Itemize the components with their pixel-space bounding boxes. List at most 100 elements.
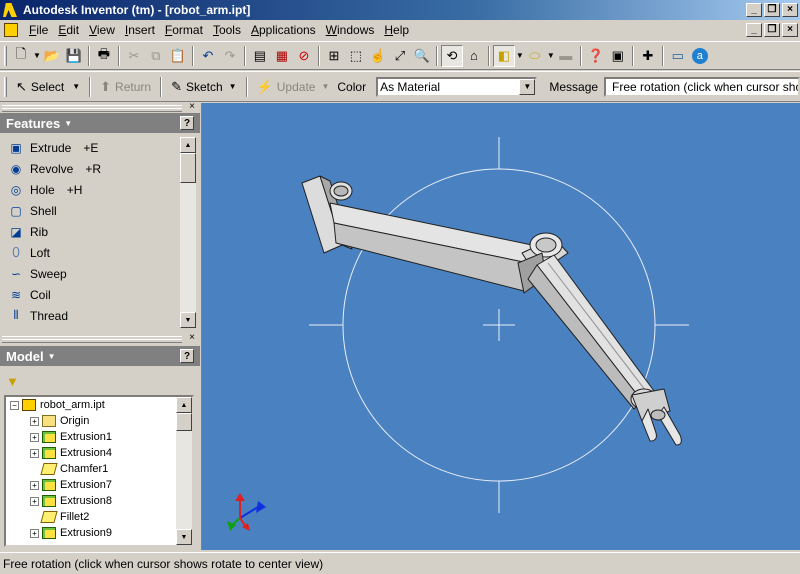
help-icon[interactable]: ? (180, 116, 194, 130)
new-dropdown-icon[interactable]: ▼ (33, 51, 41, 60)
tree-node[interactable]: + Origin (6, 413, 192, 429)
scroll-up-icon[interactable]: ▲ (180, 137, 196, 153)
toolbar-grip[interactable] (4, 45, 7, 66)
open-icon[interactable]: 📂 (41, 45, 63, 67)
scroll-down-icon[interactable]: ▼ (176, 529, 192, 545)
select-button[interactable]: ↖ Select ▼ (10, 76, 86, 98)
scroll-down-icon[interactable]: ▼ (180, 312, 196, 328)
scroll-up-icon[interactable]: ▲ (176, 397, 192, 413)
tree-node[interactable]: + Extrusion8 (6, 493, 192, 509)
tree-node[interactable]: + Extrusion4 (6, 445, 192, 461)
undo-icon[interactable]: ↶ (197, 45, 219, 67)
close-button[interactable]: × (782, 3, 798, 17)
menu-insert[interactable]: Insert (120, 23, 160, 37)
expander-icon[interactable]: − (10, 400, 19, 410)
sketch-dropdown-icon[interactable]: ▼ (229, 82, 237, 91)
expander-icon[interactable]: + (30, 480, 39, 490)
menu-applications[interactable]: Applications (246, 23, 321, 37)
feature-hole[interactable]: ◎ Hole +H (0, 179, 196, 200)
restore-button[interactable]: ❐ (764, 3, 780, 17)
feature-rib[interactable]: ◪ Rib (0, 221, 196, 242)
close-icon[interactable]: × (189, 332, 195, 343)
web-icon[interactable]: ▭ (667, 45, 689, 67)
cut-icon[interactable]: ✂ (123, 45, 145, 67)
sketch-button[interactable]: ✎ Sketch ▼ (165, 76, 243, 98)
rotate-gizmo[interactable] (309, 137, 689, 513)
command-bar-grip[interactable] (4, 76, 7, 97)
document-icon[interactable] (4, 23, 18, 37)
graphics-viewport[interactable] (201, 103, 800, 550)
help-icon[interactable]: ? (180, 349, 194, 363)
paste-icon[interactable]: 📋 (167, 45, 189, 67)
expander-icon[interactable]: + (30, 448, 39, 458)
scroll-thumb[interactable] (180, 153, 196, 183)
return-button[interactable]: ⬆ Return (94, 76, 157, 98)
feature-extrude[interactable]: ▣ Extrude +E (0, 137, 196, 158)
expander-icon[interactable]: + (30, 496, 39, 506)
color-select[interactable]: As Material ▼ (376, 76, 538, 97)
model-panel-header[interactable]: Model ▼ ? (0, 346, 200, 366)
print-icon[interactable]: 🖶 (93, 45, 115, 67)
doc-restore-button[interactable]: ❐ (764, 23, 780, 37)
filter-icon[interactable]: ▼ (6, 374, 19, 389)
zoom-icon[interactable]: 🔍 (411, 45, 433, 67)
new-icon[interactable]: 🗋 (10, 45, 32, 67)
tree-node[interactable]: − robot_arm.ipt (6, 397, 192, 413)
robot-arm-part[interactable] (301, 175, 682, 446)
whats-this-icon[interactable]: ❓ (585, 45, 607, 67)
shadow-icon[interactable]: ⬭ (524, 45, 546, 67)
tree-node[interactable]: Chamfer1 (6, 461, 192, 477)
display-mode-icon[interactable]: ◧ (492, 44, 515, 67)
select-dropdown-icon[interactable]: ▼ (72, 82, 80, 91)
tree-node[interactable]: Fillet2 (6, 509, 192, 525)
save-icon[interactable]: 💾 (63, 45, 85, 67)
feature-revolve[interactable]: ◉ Revolve +R (0, 158, 196, 179)
pan-icon[interactable]: ☝ (367, 45, 389, 67)
menu-view[interactable]: View (84, 23, 120, 37)
zoom-window-icon[interactable]: ⬚ (345, 45, 367, 67)
features-panel-grip[interactable]: × (0, 101, 200, 113)
feature-shell[interactable]: ▢ Shell (0, 200, 196, 221)
zoom-selected-icon[interactable]: ⤢ (389, 45, 411, 67)
features-scrollbar[interactable]: ▲ ▼ (180, 137, 196, 328)
menu-format[interactable]: Format (160, 23, 208, 37)
menu-tools[interactable]: Tools (208, 23, 246, 37)
tree-node[interactable]: + Extrusion7 (6, 477, 192, 493)
menu-file[interactable]: File (24, 23, 53, 37)
camera-icon[interactable]: ▬ (555, 45, 577, 67)
tree-node[interactable]: + Extrusion1 (6, 429, 192, 445)
model-panel-grip[interactable]: × (0, 332, 200, 344)
shadow-dropdown-icon[interactable]: ▼ (547, 51, 555, 60)
sketch-doc-icon[interactable]: ▤ (249, 45, 271, 67)
display-dropdown-icon[interactable]: ▼ (516, 51, 524, 60)
menu-help[interactable]: Help (379, 23, 414, 37)
expander-icon[interactable]: + (30, 416, 39, 426)
scroll-thumb[interactable] (176, 413, 192, 431)
menu-windows[interactable]: Windows (321, 23, 380, 37)
redo-icon[interactable]: ↷ (219, 45, 241, 67)
rotate-icon[interactable]: ⟲ (440, 44, 463, 67)
chevron-down-icon[interactable]: ▼ (519, 78, 536, 95)
feature-loft[interactable]: ⬯ Loft (0, 242, 196, 263)
zoom-all-icon[interactable]: ⊞ (323, 45, 345, 67)
autodesk-online-icon[interactable]: a (691, 47, 708, 64)
parameters-icon[interactable]: ▦ (271, 45, 293, 67)
doc-minimize-button[interactable]: _ (746, 23, 762, 37)
feature-sweep[interactable]: ∽ Sweep (0, 263, 196, 284)
expander-icon[interactable]: + (30, 432, 39, 442)
feature-coil[interactable]: ≋ Coil (0, 284, 196, 305)
copy-icon[interactable]: ⧉ (145, 45, 167, 67)
expander-icon[interactable]: + (30, 528, 39, 538)
add-icon[interactable]: ✚ (637, 45, 659, 67)
look-at-icon[interactable]: ⌂ (463, 45, 485, 67)
update-dropdown-icon[interactable]: ▼ (321, 82, 329, 91)
notes-icon[interactable]: ▣ (607, 45, 629, 67)
model-scrollbar[interactable]: ▲ ▼ (176, 397, 192, 545)
update-button[interactable]: ⚡ Update ▼ (251, 76, 336, 98)
minimize-button[interactable]: _ (746, 3, 762, 17)
feature-thread[interactable]: ⫴ Thread (0, 305, 196, 326)
close-icon[interactable]: × (189, 101, 195, 112)
model-view[interactable] (202, 103, 800, 550)
tree-node[interactable]: + Extrusion9 (6, 525, 192, 541)
doc-close-button[interactable]: × (782, 23, 798, 37)
